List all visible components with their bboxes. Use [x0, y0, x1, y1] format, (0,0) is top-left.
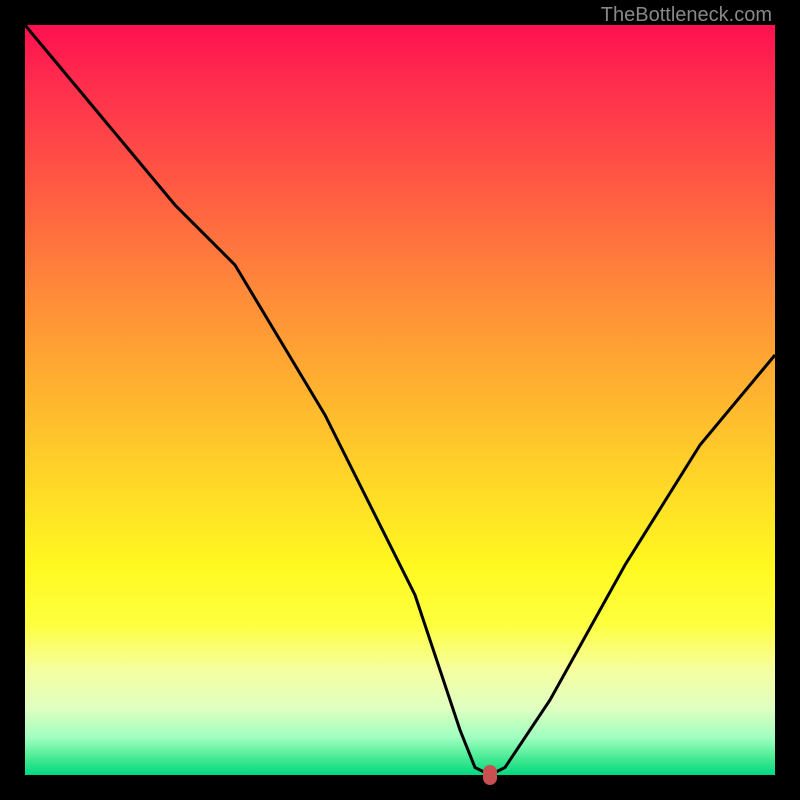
- watermark-text: TheBottleneck.com: [601, 4, 772, 27]
- bottleneck-curve-path: [25, 25, 775, 775]
- curve-svg: [25, 25, 775, 775]
- chart-container: TheBottleneck.com: [0, 0, 800, 800]
- plot-area: [25, 25, 775, 775]
- optimum-marker: [483, 765, 497, 785]
